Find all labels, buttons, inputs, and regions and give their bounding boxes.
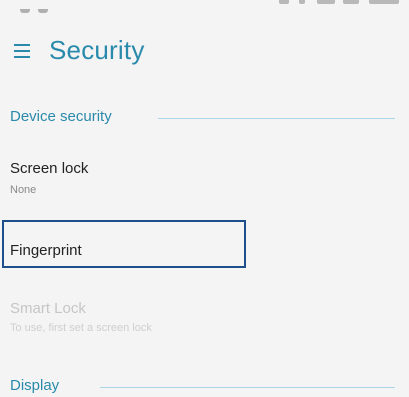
page-title: Security <box>49 35 145 65</box>
settings-item-title: Screen lock <box>10 160 89 177</box>
section-label: Device security <box>10 108 122 125</box>
section-divider <box>100 387 395 388</box>
status-bar <box>0 0 409 14</box>
section-header-device-security: Device security <box>0 108 409 128</box>
status-bar-right-icons <box>259 0 409 6</box>
settings-item-subtitle: None <box>10 184 37 196</box>
settings-item-fingerprint[interactable]: Fingerprint <box>0 222 409 268</box>
settings-item-title: Fingerprint <box>10 242 82 259</box>
security-settings-screen: Security Device security Screen lock Non… <box>0 0 409 397</box>
app-header: Security <box>0 22 409 82</box>
status-bar-left-icons <box>20 0 60 13</box>
section-label: Display <box>10 377 70 394</box>
section-header-display: Display <box>0 377 409 397</box>
settings-item-screen-lock[interactable]: Screen lock None <box>0 150 409 210</box>
hamburger-menu-icon[interactable] <box>14 44 30 58</box>
settings-item-subtitle: To use, first set a screen lock <box>10 322 152 334</box>
section-divider <box>158 118 395 119</box>
settings-item-title: Smart Lock <box>10 300 86 317</box>
settings-item-smart-lock: Smart Lock To use, first set a screen lo… <box>0 292 409 342</box>
